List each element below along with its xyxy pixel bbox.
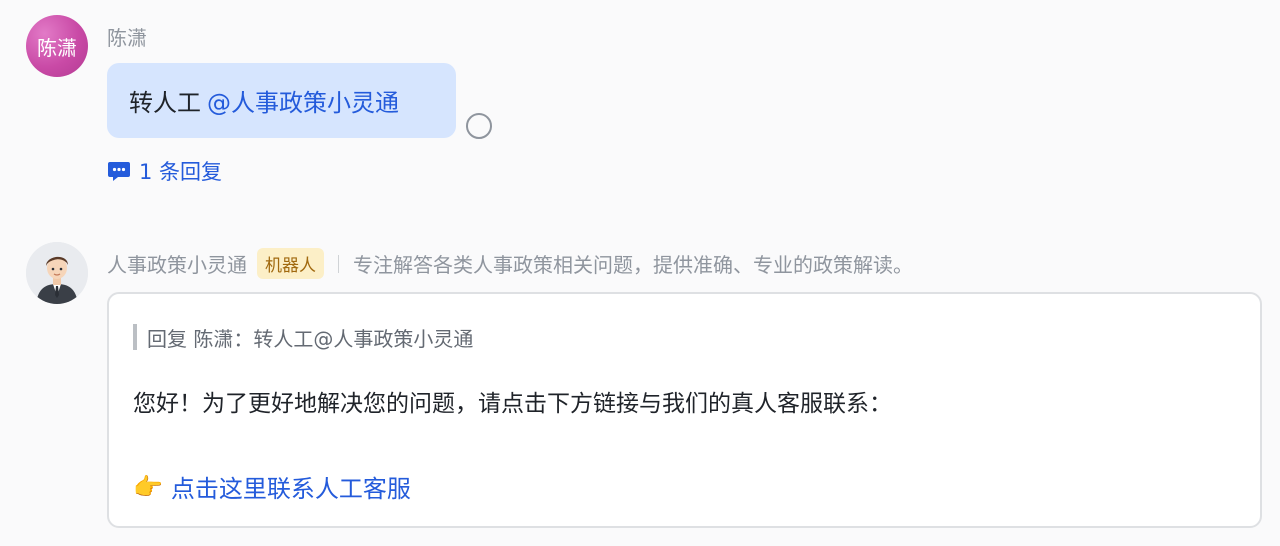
bot-avatar[interactable] xyxy=(26,242,88,304)
bot-header: 人事政策小灵通 机器人 专注解答各类人事政策相关问题，提供准确、专业的政策解读。 xyxy=(107,248,913,279)
mention-link[interactable]: @人事政策小灵通 xyxy=(207,83,399,118)
user-avatar-text: 陈潇 xyxy=(37,35,77,60)
bot-name[interactable]: 人事政策小灵通 xyxy=(107,249,247,278)
reply-thread-icon xyxy=(108,162,130,181)
reply-thread-button[interactable]: 1 条回复 xyxy=(107,156,222,186)
sender-name[interactable]: 陈潇 xyxy=(107,22,147,51)
user-message-bubble[interactable]: 转人工 @人事政策小灵通 xyxy=(107,63,456,138)
header-divider xyxy=(338,254,339,273)
message-text: 转人工 xyxy=(129,89,201,117)
pointing-hand-icon: 👉 xyxy=(133,472,163,501)
contact-support-label: 点击这里联系人工客服 xyxy=(170,475,411,503)
user-avatar[interactable]: 陈潇 xyxy=(26,15,88,77)
reply-quote[interactable]: 回复 陈潇：转人工@人事政策小灵通 xyxy=(133,324,474,351)
read-status-icon xyxy=(466,113,492,139)
reply-count-label: 1 条回复 xyxy=(139,160,223,184)
bot-message-text: 您好！为了更好地解决您的问题，请点击下方链接与我们的真人客服联系： xyxy=(133,391,892,417)
bot-message-card: 回复 陈潇：转人工@人事政策小灵通 您好！为了更好地解决您的问题，请点击下方链接… xyxy=(107,292,1262,528)
bot-description: 专注解答各类人事政策相关问题，提供准确、专业的政策解读。 xyxy=(353,253,913,277)
contact-support-link[interactable]: 👉 点击这里联系人工客服 xyxy=(133,469,411,504)
bot-avatar-icon xyxy=(26,242,88,304)
bot-badge: 机器人 xyxy=(257,248,324,279)
quote-text: 回复 陈潇：转人工@人事政策小灵通 xyxy=(147,326,474,351)
